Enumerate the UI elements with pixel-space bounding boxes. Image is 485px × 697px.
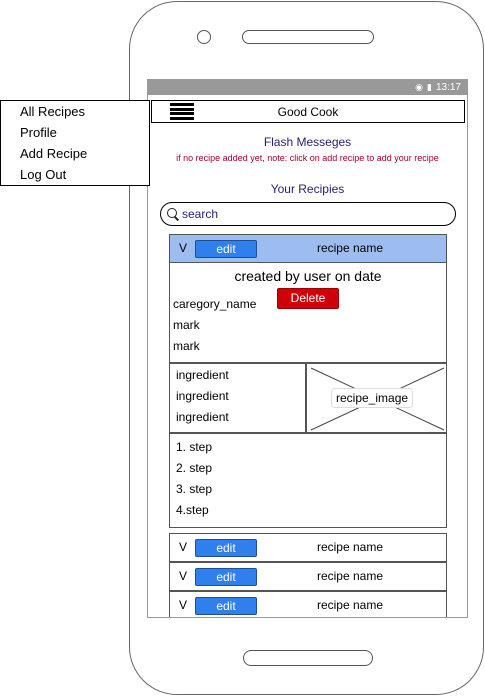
menu-item-log-out[interactable]: Log Out (20, 167, 66, 182)
wifi-icon: ◉ (415, 82, 424, 92)
edit-button[interactable]: edit (195, 597, 257, 615)
menu-item-profile[interactable]: Profile (20, 125, 57, 140)
edit-button[interactable]: edit (195, 240, 257, 258)
mark-label: mark (173, 339, 200, 353)
step-item: 4.step (176, 503, 209, 517)
search-icon (167, 208, 179, 220)
battery-icon: ▮ (427, 82, 432, 92)
step-item: 2. step (176, 461, 213, 475)
category-name: caregory_name (173, 297, 257, 311)
search-input[interactable]: search (160, 202, 456, 226)
expand-toggle[interactable]: V (179, 569, 187, 583)
recipe-name: recipe name (316, 241, 384, 255)
ingredient-item: ingredient (176, 410, 229, 424)
top-app-bar: Good Cook (151, 100, 465, 123)
expand-toggle[interactable]: V (179, 540, 187, 554)
step-item: 1. step (176, 440, 213, 454)
expand-toggle[interactable]: V (179, 241, 187, 255)
your-recipes-title: Your Recipies (270, 182, 345, 196)
camera-icon (197, 30, 211, 44)
ingredient-item: ingredient (176, 389, 229, 403)
menu-item-all-recipes[interactable]: All Recipes (20, 104, 85, 119)
edit-button[interactable]: edit (195, 568, 257, 586)
flash-note: if no recipe added yet, note: click on a… (176, 153, 439, 163)
recipe-row[interactable]: V edit recipe name (169, 591, 447, 617)
flash-messages-title: Flash Messeges (263, 135, 352, 149)
ingredients-panel: ingredient ingredient ingredient (169, 363, 306, 433)
speaker-grille (242, 30, 374, 44)
menu-item-add-recipe[interactable]: Add Recipe (20, 146, 87, 161)
expand-toggle[interactable]: V (179, 598, 187, 612)
ingredient-item: ingredient (176, 368, 229, 382)
status-time: 13:17 (435, 82, 461, 93)
recipe-row[interactable]: V edit recipe name (169, 562, 447, 591)
home-button[interactable] (243, 650, 373, 666)
step-item: 3. step (176, 482, 213, 496)
delete-button[interactable]: Delete (277, 288, 339, 309)
recipe-detail: created by user on date caregory_name De… (169, 263, 447, 363)
status-bar: ◉ ▮ 13:17 (148, 80, 467, 95)
edit-button[interactable]: edit (195, 539, 257, 557)
nav-menu: All Recipes Profile Add Recipe Log Out (0, 100, 150, 186)
recipe-name: recipe name (316, 540, 384, 554)
recipe-image-placeholder: recipe_image (306, 363, 447, 433)
steps-panel: 1. step 2. step 3. step 4.step (169, 433, 447, 528)
recipe-row[interactable]: V edit recipe name (169, 234, 447, 263)
recipe-row[interactable]: V edit recipe name (169, 533, 447, 562)
recipe-name: recipe name (316, 598, 384, 612)
search-placeholder: search (182, 207, 219, 221)
app-title: Good Cook (277, 105, 339, 119)
phone-screen: ◉ ▮ 13:17 Good Cook Flash Messeges if no… (147, 79, 468, 618)
recipe-name: recipe name (316, 569, 384, 583)
recipe-image-label: recipe_image (331, 388, 414, 408)
created-by-text: created by user on date (234, 268, 382, 284)
mark-label: mark (173, 318, 200, 332)
